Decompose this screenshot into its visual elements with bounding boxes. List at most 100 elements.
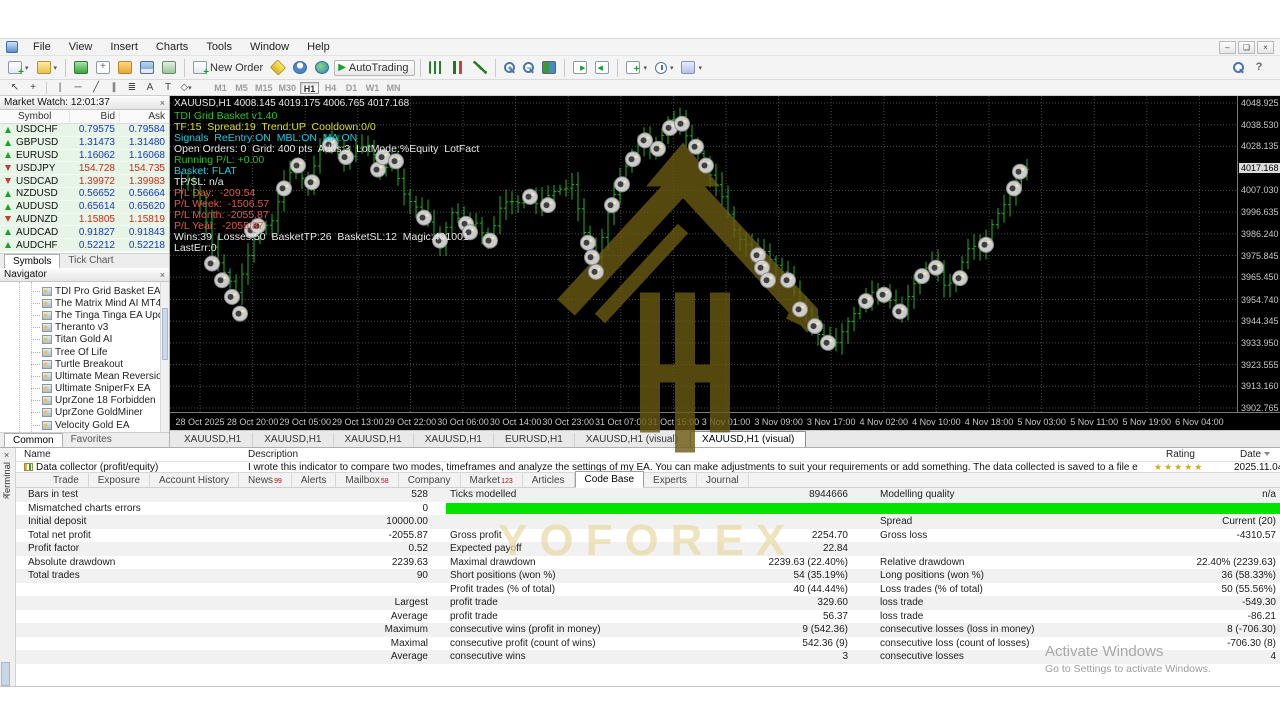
terminal-tab-exposure[interactable]: Exposure (89, 473, 151, 487)
terminal-tab-account-history[interactable]: Account History (150, 473, 240, 487)
cursor-tool[interactable]: ↖ (7, 81, 23, 94)
market-watch-row-audcad[interactable]: AUDCAD 0.91827 0.91843 (0, 226, 169, 240)
chart-window[interactable]: XAUUSD,H1 4008.145 4019.175 4006.765 401… (170, 96, 1280, 453)
market-watch-row-gbpusd[interactable]: GBPUSD 1.31473 1.31480 (0, 136, 169, 150)
close-icon[interactable]: × (1257, 40, 1274, 54)
new-order-button[interactable]: New Order (190, 59, 266, 78)
terminal-tab-alerts[interactable]: Alerts (292, 473, 337, 487)
scrollbar[interactable] (160, 282, 169, 432)
timeframe-mn[interactable]: MN (384, 82, 403, 94)
market-watch-toggle[interactable] (71, 59, 91, 76)
chart-tab-6[interactable]: XAUUSD,H1 (visual) (690, 431, 807, 447)
navigator-item[interactable]: UprZone 18 Forbidden (0, 395, 169, 407)
timeframe-m30[interactable]: M30 (277, 82, 299, 94)
navigator-item[interactable]: Tree Of Life (0, 346, 169, 358)
data-window-toggle[interactable] (93, 59, 113, 76)
column-description[interactable]: Description (248, 449, 298, 460)
menu-insert[interactable]: Insert (101, 39, 147, 55)
menu-tools[interactable]: Tools (197, 39, 241, 55)
bar-chart-button[interactable] (426, 59, 446, 76)
navigator-item[interactable]: Ultimate Mean Reversion (0, 370, 169, 382)
column-date[interactable]: Date (1240, 449, 1271, 460)
restore-icon[interactable]: ❏ (1238, 40, 1255, 54)
tab-favorites[interactable]: Favorites (63, 433, 120, 447)
navigator-item[interactable]: The Tinga Tinga EA Upda (0, 309, 169, 321)
timeframe-w1[interactable]: W1 (363, 82, 382, 94)
market-watch-row-audchf[interactable]: AUDCHF 0.52212 0.52218 (0, 239, 169, 252)
chart-tab-0[interactable]: XAUUSD,H1 (173, 433, 254, 447)
market-watch-row-audnzd[interactable]: AUDNZD 1.15805 1.15819 (0, 213, 169, 227)
help-button[interactable]: ? (1249, 59, 1269, 76)
scrollbar-thumb[interactable] (162, 308, 168, 360)
terminal-toggle[interactable] (137, 59, 157, 76)
price-axis[interactable]: 4017.168 4048.925 4038.530 4028.135 4007.03… (1237, 96, 1280, 413)
web-button[interactable] (312, 59, 332, 76)
line-chart-button[interactable] (470, 59, 490, 76)
close-icon[interactable]: × (160, 270, 165, 280)
text-tool[interactable]: A (142, 81, 158, 94)
minimize-icon[interactable]: – (1219, 40, 1236, 54)
menu-help[interactable]: Help (298, 39, 339, 55)
menu-file[interactable]: File (24, 39, 60, 55)
tab-common[interactable]: Common (4, 433, 63, 447)
timeframe-m5[interactable]: M5 (232, 82, 251, 94)
menu-charts[interactable]: Charts (147, 39, 197, 55)
time-axis[interactable]: 28 Oct 2025 28 Oct 20:00 29 Oct 05:00 29 Oc… (170, 412, 1280, 430)
timeframe-d1[interactable]: D1 (342, 82, 361, 94)
navigator-item[interactable]: Ultimate SniperFx EA (0, 383, 169, 395)
market-watch-row-audusd[interactable]: AUDUSD 0.65614 0.65620 (0, 200, 169, 214)
close-icon[interactable]: × (160, 98, 165, 108)
column-rating[interactable]: Rating (1166, 449, 1195, 460)
metaeditor-button[interactable] (268, 59, 288, 76)
navigator-item[interactable]: UprZone GoldMiner (0, 407, 169, 419)
navigator-item[interactable]: Velocity Gold EA (0, 419, 169, 431)
chart-tab-5[interactable]: XAUUSD,H1 (visual) (575, 433, 691, 447)
search-button[interactable] (1230, 59, 1247, 76)
menu-view[interactable]: View (60, 39, 102, 55)
timeframe-h4[interactable]: H4 (321, 82, 340, 94)
timeframe-h1[interactable]: H1 (300, 81, 320, 94)
terminal-tab-code-base[interactable]: Code Base (574, 470, 645, 488)
chart-shift-button[interactable] (592, 59, 612, 76)
close-icon[interactable]: × (4, 492, 9, 502)
timeframe-m15[interactable]: M15 (253, 82, 275, 94)
column-symbol[interactable]: Symbol (0, 111, 69, 122)
auto-scroll-button[interactable] (570, 59, 590, 76)
market-watch-row-nzdusd[interactable]: NZDUSD 0.56652 0.56664 (0, 187, 169, 201)
zoom-out-button[interactable]: − (520, 60, 537, 75)
candlestick-chart-button[interactable] (448, 59, 468, 76)
navigator-item[interactable]: Turtle Breakout (0, 358, 169, 370)
terminal-tab-journal[interactable]: Journal (697, 473, 749, 487)
timeframe-m1[interactable]: M1 (211, 82, 230, 94)
chart-tab-2[interactable]: XAUUSD,H1 (334, 433, 414, 447)
menu-window[interactable]: Window (241, 39, 298, 55)
trendline-tool[interactable]: ╱ (88, 81, 104, 94)
tile-windows-button[interactable] (539, 59, 559, 76)
fibonacci-tool[interactable]: ≣ (124, 81, 140, 94)
terminal-tab-market[interactable]: Market 123 (461, 473, 523, 487)
terminal-tab-articles[interactable]: Articles (523, 473, 575, 487)
strategy-tester-toggle[interactable] (159, 59, 179, 76)
indicators-button[interactable]: ▾ (623, 59, 650, 76)
community-button[interactable] (290, 59, 310, 76)
column-name[interactable]: Name (24, 449, 51, 460)
navigator-item[interactable]: TDI Pro Grid Basket EA (0, 285, 169, 297)
column-bid[interactable]: Bid (69, 111, 119, 122)
terminal-tab-company[interactable]: Company (399, 473, 461, 487)
tab-symbols[interactable]: Symbols (4, 254, 61, 268)
templates-button[interactable]: ▾ (678, 59, 705, 76)
periods-button[interactable]: ▾ (652, 60, 677, 76)
market-watch-row-usdcad[interactable]: USDCAD 1.39972 1.39983 (0, 175, 169, 188)
terminal-tab-experts[interactable]: Experts (644, 473, 697, 487)
navigator-item[interactable]: Titan Gold AI (0, 334, 169, 346)
scrollbar-thumb[interactable] (1, 662, 10, 686)
label-tool[interactable]: T (160, 81, 176, 94)
navigator-item[interactable]: The Matrix Mind AI MT4 (0, 297, 169, 309)
autotrading-button[interactable]: ▶ AutoTrading (334, 59, 416, 76)
vertical-line-tool[interactable]: | (52, 81, 68, 94)
market-watch-row-eurusd[interactable]: EURUSD 1.16062 1.16068 (0, 149, 169, 163)
close-icon[interactable]: × (4, 450, 9, 460)
zoom-in-button[interactable]: + (501, 60, 518, 75)
horizontal-line-tool[interactable]: ─ (70, 81, 86, 94)
chart-tab-3[interactable]: XAUUSD,H1 (414, 433, 494, 447)
